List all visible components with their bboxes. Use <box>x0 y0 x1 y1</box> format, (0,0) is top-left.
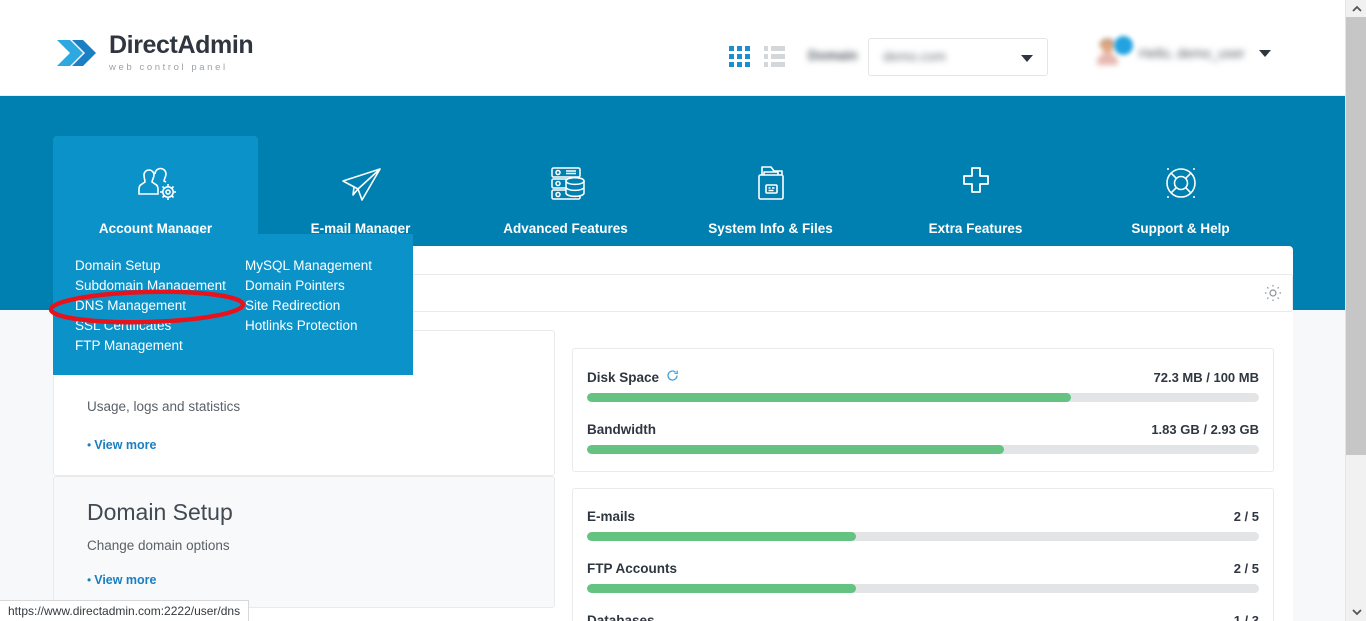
list-view-icon[interactable] <box>764 46 785 67</box>
stat-bandwidth: Bandwidth 1.83 GB / 2.93 GB <box>573 402 1273 454</box>
nav-item-account-manager[interactable]: Account Manager <box>53 136 258 245</box>
scroll-up-chevron-up-icon[interactable] <box>1346 0 1366 17</box>
domain-setup-card: Domain Setup Change domain options • View… <box>53 476 555 608</box>
page-scrollbar[interactable] <box>1345 0 1366 621</box>
stat-value: 1 / 3 <box>1233 613 1259 621</box>
nav-item-advanced-features[interactable]: Advanced Features <box>463 136 668 245</box>
folder-files-icon <box>746 160 796 208</box>
progress-track <box>587 445 1259 454</box>
bullet-icon: • <box>87 573 92 587</box>
progress-track <box>587 393 1259 402</box>
refresh-icon[interactable] <box>666 369 679 385</box>
progress-fill <box>587 532 856 541</box>
scrollbar-thumb[interactable] <box>1346 17 1366 455</box>
notification-badge <box>1114 36 1133 55</box>
domain-setup-view-more-link[interactable]: View more <box>94 573 156 587</box>
nav-label: Extra Features <box>928 221 1023 236</box>
dropdown-item-domain-pointers[interactable]: Domain Pointers <box>245 276 372 296</box>
stat-ftp-accounts: FTP Accounts 2 / 5 <box>573 541 1273 593</box>
nav-item-support-help[interactable]: Support & Help <box>1078 136 1283 245</box>
nav-label: Support & Help <box>1131 221 1230 236</box>
stat-label: E-mails <box>587 509 635 524</box>
stat-label: Bandwidth <box>587 422 656 437</box>
dropdown-item-dns-management[interactable]: DNS Management <box>75 296 245 316</box>
stat-name-text: FTP Accounts <box>587 561 678 576</box>
stat-value: 1.83 GB / 2.93 GB <box>1151 422 1259 437</box>
nav-label: Advanced Features <box>503 221 628 236</box>
status-bar-url: https://www.directadmin.com:2222/user/dn… <box>8 604 241 618</box>
gear-icon[interactable] <box>1262 282 1284 309</box>
domain-select[interactable]: demo.com <box>868 38 1048 76</box>
account-manager-dropdown: Domain Setup Subdomain Management DNS Ma… <box>53 234 413 375</box>
dropdown-item-hotlinks-protection[interactable]: Hotlinks Protection <box>245 316 372 336</box>
scroll-down-chevron-down-icon[interactable] <box>1346 604 1366 621</box>
stat-value: 2 / 5 <box>1233 561 1259 576</box>
bullet-icon: • <box>87 438 92 452</box>
chevron-down-icon <box>1021 55 1033 62</box>
user-greeting: Hello, demo_user <box>1139 45 1245 61</box>
domain-label: Domain <box>808 48 858 63</box>
usage-card-subtitle: Usage, logs and statistics <box>87 399 241 414</box>
nav-label: System Info & Files <box>708 221 833 236</box>
progress-track <box>587 532 1259 541</box>
nav-items: Account Manager E-mail Manager Advanced … <box>53 136 1283 245</box>
avatar <box>1095 36 1133 70</box>
life-ring-icon <box>1156 160 1206 208</box>
users-gear-icon <box>131 160 181 208</box>
stat-value: 72.3 MB / 100 MB <box>1153 369 1260 385</box>
stat-name-text: Bandwidth <box>587 422 656 437</box>
stat-label: Disk Space <box>587 369 679 385</box>
dropdown-item-subdomain-management[interactable]: Subdomain Management <box>75 276 245 296</box>
stat-name-text: Disk Space <box>587 369 660 385</box>
resource-usage-card: Disk Space 72.3 MB / 100 MB Bandwidth 1.… <box>572 348 1274 472</box>
grid-view-icon[interactable] <box>729 46 750 67</box>
stat-disk-space: Disk Space 72.3 MB / 100 MB <box>573 349 1273 402</box>
stat-value: 2 / 5 <box>1233 509 1259 524</box>
domain-select-value: demo.com <box>883 49 947 64</box>
stat-name-text: Databases <box>587 613 655 621</box>
stat-label: Databases <box>587 613 655 621</box>
dropdown-column-right: MySQL Management Domain Pointers Site Re… <box>245 256 372 356</box>
stat-emails: E-mails 2 / 5 <box>573 489 1273 541</box>
app-header: DirectAdmin web control panel Domain dem… <box>0 0 1345 96</box>
progress-fill <box>587 445 1004 454</box>
brand-logo[interactable]: DirectAdmin web control panel <box>53 30 254 76</box>
account-limits-card: E-mails 2 / 5 FTP Accounts 2 / 5 Databas… <box>572 488 1274 621</box>
progress-fill <box>587 393 1071 402</box>
nav-item-email-manager[interactable]: E-mail Manager <box>258 136 463 245</box>
stat-label: FTP Accounts <box>587 561 677 576</box>
progress-fill <box>587 584 856 593</box>
usage-view-more-link[interactable]: View more <box>94 438 156 452</box>
user-menu[interactable]: Hello, demo_user <box>1095 36 1271 70</box>
dropdown-item-site-redirection[interactable]: Site Redirection <box>245 296 372 316</box>
nav-item-system-info-files[interactable]: System Info & Files <box>668 136 873 245</box>
server-database-icon <box>541 160 591 208</box>
brand-tagline: web control panel <box>109 62 228 74</box>
view-toggle-group <box>729 46 785 67</box>
dropdown-column-left: Domain Setup Subdomain Management DNS Ma… <box>53 256 245 356</box>
stat-databases: Databases 1 / 3 <box>573 593 1273 621</box>
dropdown-item-ssl-certificates[interactable]: SSL Certificates <box>75 316 245 336</box>
paper-plane-icon <box>336 160 386 208</box>
nav-item-extra-features[interactable]: Extra Features <box>873 136 1078 245</box>
domain-setup-subtitle: Change domain options <box>87 538 230 553</box>
brand-name: DirectAdmin <box>109 31 254 60</box>
dropdown-item-mysql-management[interactable]: MySQL Management <box>245 256 372 276</box>
brand-text: DirectAdmin web control panel <box>109 31 254 74</box>
stat-name-text: E-mails <box>587 509 636 524</box>
dropdown-item-ftp-management[interactable]: FTP Management <box>75 336 245 356</box>
directadmin-logo-icon <box>53 30 99 76</box>
dropdown-item-domain-setup[interactable]: Domain Setup <box>75 256 245 276</box>
domain-setup-title: Domain Setup <box>87 499 233 525</box>
browser-status-bar: https://www.directadmin.com:2222/user/dn… <box>0 600 250 621</box>
progress-track <box>587 584 1259 593</box>
plus-icon <box>951 160 1001 208</box>
user-menu-chevron-down-icon <box>1258 49 1271 57</box>
browser-viewport: DirectAdmin web control panel Domain dem… <box>0 0 1366 621</box>
